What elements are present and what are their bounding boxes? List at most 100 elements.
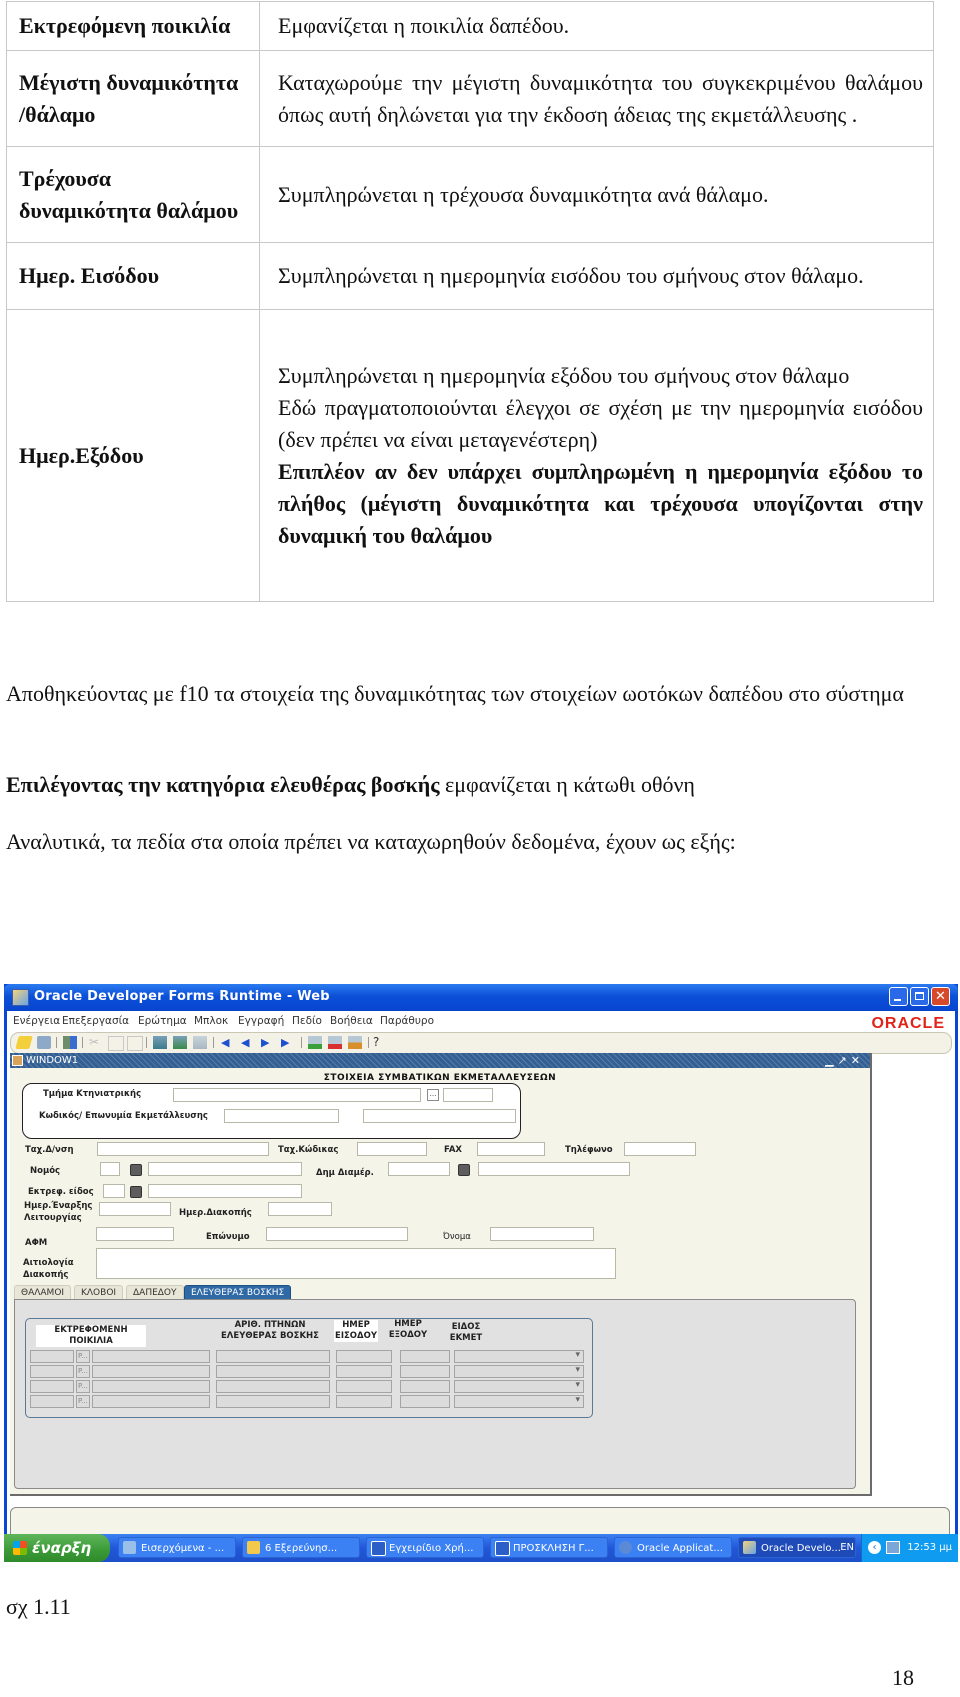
farm-name-field[interactable]	[363, 1109, 516, 1123]
next-record-icon[interactable]: ▶	[261, 1036, 275, 1049]
minimize-button[interactable]	[889, 987, 908, 1006]
menu-query[interactable]: Ερώτημα	[138, 1015, 187, 1027]
vet-dept-field[interactable]	[173, 1088, 421, 1102]
menu-help[interactable]: Βοήθεια	[330, 1015, 373, 1027]
postal-code-field[interactable]	[357, 1142, 427, 1156]
taskbar-item[interactable]: 6 Εξερεύνησ...	[242, 1537, 360, 1558]
stop-date-field[interactable]	[268, 1202, 332, 1216]
delete-record-icon[interactable]	[328, 1036, 342, 1049]
breed-code-cell[interactable]	[30, 1350, 74, 1363]
help-icon[interactable]: ?	[373, 1036, 387, 1049]
cut-icon[interactable]: ✂	[89, 1036, 103, 1049]
name-field[interactable]	[490, 1227, 594, 1241]
exit-date-cell[interactable]	[400, 1350, 450, 1363]
tab-cages[interactable]: ΚΛΟΒΟΙ	[74, 1285, 124, 1300]
postal-address-field[interactable]	[97, 1142, 269, 1156]
window-titlebar[interactable]: Oracle Developer Forms Runtime - Web ✕	[4, 984, 958, 1011]
menu-edit[interactable]: Επεξεργασία	[62, 1015, 129, 1027]
breed-lov-button[interactable]: P...	[76, 1350, 90, 1363]
start-date-field[interactable]	[99, 1202, 171, 1216]
lock-record-icon[interactable]	[348, 1036, 362, 1049]
breed-name-cell[interactable]	[92, 1350, 210, 1363]
menu-action[interactable]: Ενέργεια	[13, 1015, 60, 1027]
taskbar-item[interactable]: Εισερχόμενα - ...	[118, 1537, 236, 1558]
breed-name-cell[interactable]	[92, 1395, 210, 1408]
afm-field[interactable]	[96, 1227, 174, 1241]
bird-count-cell[interactable]	[216, 1350, 330, 1363]
save-icon[interactable]	[15, 1036, 33, 1049]
maximize-button[interactable]	[910, 987, 929, 1006]
show-hidden-icons-icon[interactable]: ‹	[868, 1541, 881, 1554]
close-button[interactable]: ✕	[931, 987, 950, 1006]
first-record-icon[interactable]: ◀	[221, 1036, 235, 1049]
print-icon[interactable]	[37, 1036, 51, 1049]
bird-count-cell[interactable]	[216, 1395, 330, 1408]
taskbar-item[interactable]: Εγχειρίδιο Χρή...	[366, 1537, 484, 1558]
menu-record[interactable]: Εγγραφή	[238, 1015, 284, 1027]
stop-reason-field[interactable]	[96, 1248, 616, 1279]
farm-type-select[interactable]	[454, 1365, 584, 1378]
surname-field[interactable]	[266, 1227, 408, 1241]
taskbar-item[interactable]: Oracle Applicat...	[614, 1537, 732, 1558]
inner-window-controls[interactable]: ▁↗✕	[825, 1053, 864, 1068]
entry-date-cell[interactable]	[336, 1395, 392, 1408]
bird-count-cell[interactable]	[216, 1365, 330, 1378]
exit-icon[interactable]	[63, 1036, 77, 1049]
menu-window[interactable]: Παράθυρο	[380, 1015, 434, 1027]
network-icon[interactable]	[886, 1541, 900, 1554]
entry-date-cell[interactable]	[336, 1350, 392, 1363]
inner-window-titlebar[interactable]: WINDOW1 ▁↗✕	[10, 1053, 870, 1068]
prefecture-name-field[interactable]	[148, 1162, 302, 1176]
phone-field[interactable]	[624, 1142, 696, 1156]
entry-date-cell[interactable]	[336, 1365, 392, 1378]
previous-record-icon[interactable]: ◀	[241, 1036, 255, 1049]
start-button[interactable]: έναρξη	[4, 1534, 110, 1562]
vet-dept-code-field[interactable]	[443, 1088, 493, 1102]
breed-name-cell[interactable]	[92, 1365, 210, 1378]
breed-code-cell[interactable]	[30, 1365, 74, 1378]
municipality-lov-button[interactable]	[458, 1164, 470, 1176]
prefecture-lov-button[interactable]	[130, 1164, 142, 1176]
breed-lov-button[interactable]: P...	[76, 1365, 90, 1378]
breed-code-cell[interactable]	[30, 1380, 74, 1393]
execute-query-icon[interactable]	[173, 1036, 187, 1049]
entry-date-cell[interactable]	[336, 1380, 392, 1393]
cancel-query-icon[interactable]	[193, 1036, 207, 1049]
municipality-name-field[interactable]	[478, 1162, 630, 1176]
copy-icon[interactable]	[108, 1036, 124, 1051]
term-cell: Ημερ. Εισόδου	[6, 242, 260, 310]
vet-dept-lov-button[interactable]: …	[427, 1089, 439, 1101]
farm-type-select[interactable]	[454, 1395, 584, 1408]
exit-date-cell[interactable]	[400, 1395, 450, 1408]
breed-code-cell[interactable]	[30, 1395, 74, 1408]
tab-floor[interactable]: ΔΑΠΕΔΟΥ	[126, 1285, 184, 1300]
breed-type-name-field[interactable]	[148, 1184, 302, 1198]
breed-lov-button[interactable]: P...	[76, 1380, 90, 1393]
fax-field[interactable]	[477, 1142, 545, 1156]
exit-date-cell[interactable]	[400, 1380, 450, 1393]
breed-type-lov-button[interactable]	[130, 1186, 142, 1198]
exit-date-cell[interactable]	[400, 1365, 450, 1378]
menu-block[interactable]: Μπλοκ	[194, 1015, 228, 1027]
breed-lov-button[interactable]: P...	[76, 1395, 90, 1408]
breed-type-code-field[interactable]	[103, 1184, 125, 1198]
farm-code-field[interactable]	[224, 1109, 339, 1123]
farm-type-select[interactable]	[454, 1350, 584, 1363]
taskbar-item[interactable]: ΠΡΟΣΚΛΗΣΗ Γ...	[490, 1537, 608, 1558]
taskbar-item-active[interactable]: Oracle Develo...	[738, 1537, 856, 1558]
select-category-rest: εμφανίζεται η κάτωθι οθόνη	[439, 772, 695, 797]
description-cell: Συμπληρώνεται η ημερομηνία εξόδου του σμ…	[259, 309, 934, 602]
insert-record-icon[interactable]	[308, 1036, 322, 1049]
enter-query-icon[interactable]	[153, 1036, 167, 1049]
bird-count-cell[interactable]	[216, 1380, 330, 1393]
menu-field[interactable]: Πεδίο	[292, 1015, 322, 1027]
tab-free-range[interactable]: ΕΛΕΥΘΕΡΑΣ ΒΟΣΚΗΣ	[184, 1285, 292, 1300]
last-record-icon[interactable]: ▶	[281, 1036, 295, 1049]
paste-icon[interactable]	[127, 1036, 143, 1051]
farm-type-select[interactable]	[454, 1380, 584, 1393]
municipality-code-field[interactable]	[388, 1162, 450, 1176]
breed-name-cell[interactable]	[92, 1380, 210, 1393]
language-indicator[interactable]: EN	[840, 1542, 854, 1553]
prefecture-code-field[interactable]	[100, 1162, 120, 1176]
tab-chambers[interactable]: ΘΑΛΑΜΟΙ	[14, 1285, 72, 1300]
